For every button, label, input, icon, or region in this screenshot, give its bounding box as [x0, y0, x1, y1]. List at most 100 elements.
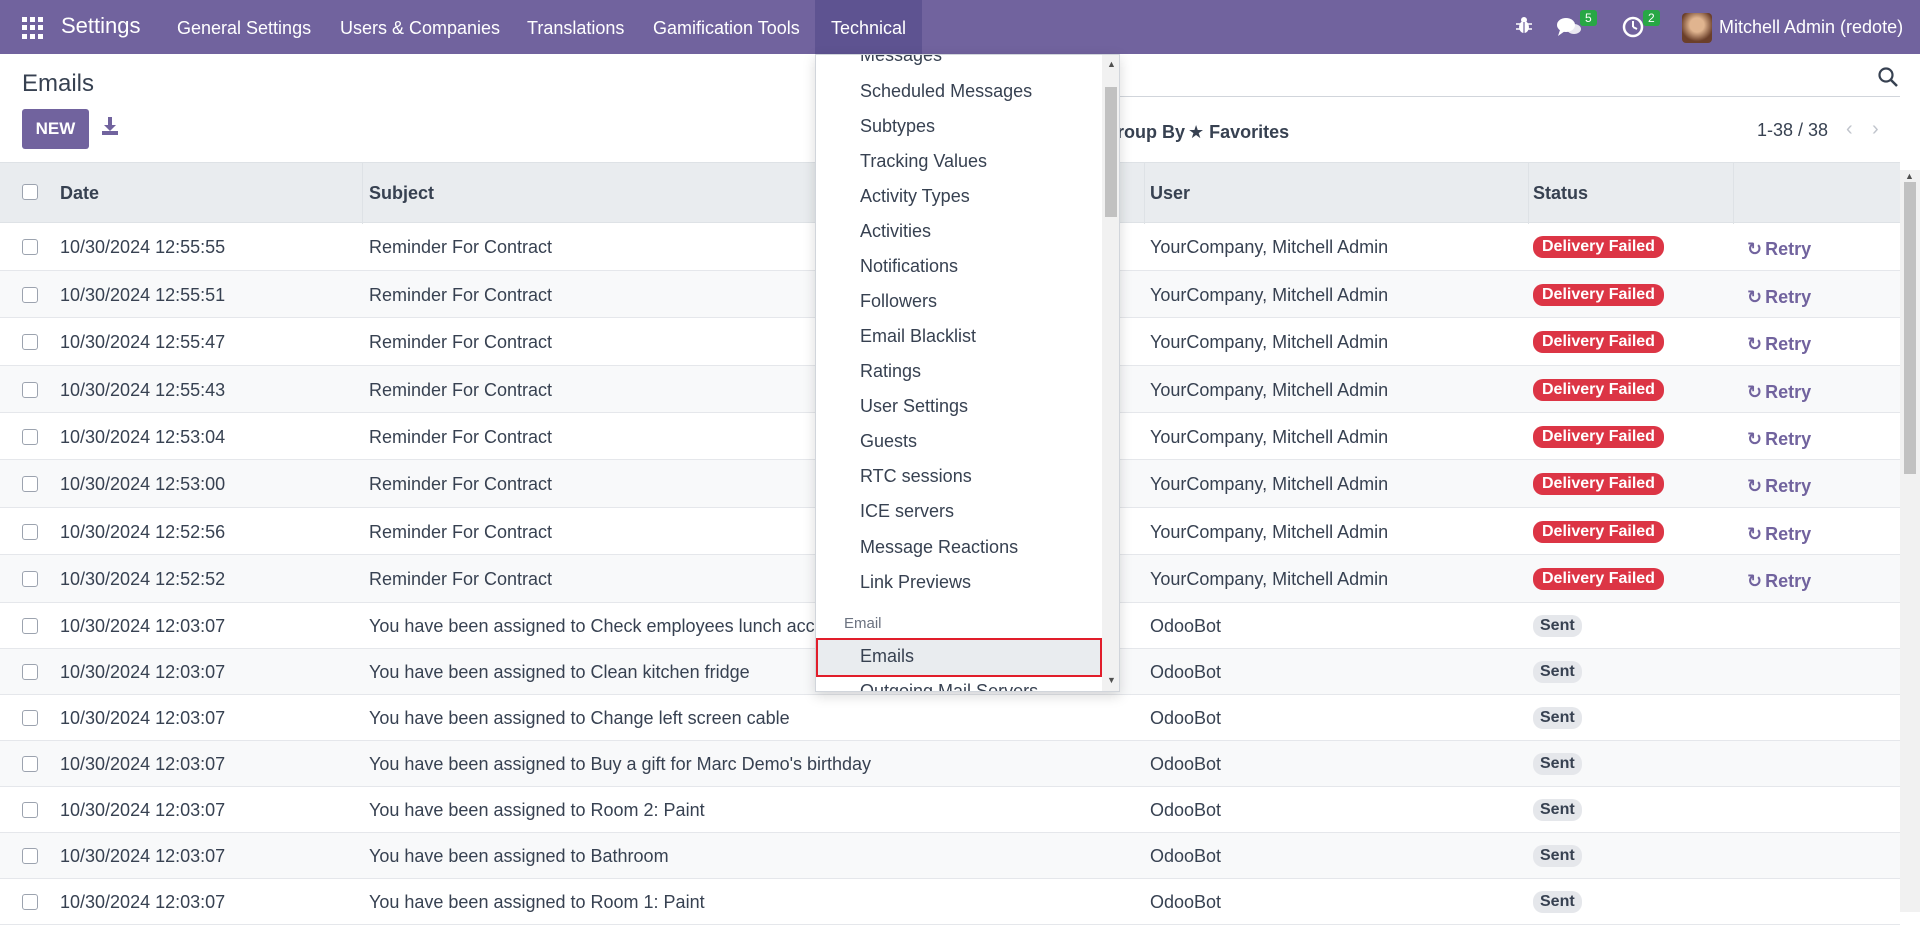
retry-button[interactable]: ↻ Retry [1747, 571, 1811, 592]
dropdown-item[interactable]: Tracking Values [860, 151, 987, 172]
dropdown-scroll-down-icon[interactable]: ▼ [1107, 675, 1116, 685]
dropdown-item[interactable]: Link Previews [860, 572, 971, 593]
dropdown-item[interactable]: Guests [860, 431, 917, 452]
select-all-checkbox[interactable] [22, 184, 38, 200]
page-scrollbar[interactable]: ▲ [1900, 170, 1920, 912]
user-menu[interactable]: Mitchell Admin (redote) [1719, 17, 1903, 38]
debug-bug-icon[interactable] [1514, 15, 1534, 35]
activities-badge: 2 [1643, 10, 1660, 26]
retry-button[interactable]: ↻ Retry [1747, 239, 1811, 260]
cell-date: 10/30/2024 12:55:51 [60, 285, 226, 305]
dropdown-scrollbar-thumb[interactable] [1105, 87, 1117, 217]
pager-value[interactable]: 1-38 / 38 [1757, 120, 1828, 141]
row-checkbox[interactable] [22, 664, 38, 680]
menu-general-settings[interactable]: General Settings [161, 0, 327, 54]
row-checkbox[interactable] [22, 894, 38, 910]
dropdown-item[interactable]: Notifications [860, 256, 958, 277]
column-header-user[interactable]: User [1150, 183, 1190, 204]
cell-date: 10/30/2024 12:03:07 [60, 846, 226, 866]
pager-previous-icon[interactable]: ‹ [1846, 118, 1853, 141]
row-checkbox[interactable] [22, 429, 38, 445]
dropdown-item[interactable]: ICE servers [860, 501, 954, 522]
retry-button[interactable]: ↻ Retry [1747, 524, 1811, 545]
row-checkbox[interactable] [22, 239, 38, 255]
dropdown-item-emails-highlight[interactable] [816, 638, 1102, 677]
table-row[interactable]: 10/30/2024 12:03:07 You have been assigne… [0, 833, 1900, 879]
dropdown-item-emails[interactable]: Emails [860, 646, 914, 667]
dropdown-item[interactable]: Activities [860, 221, 931, 242]
column-header-date[interactable]: Date [60, 183, 99, 204]
row-checkbox[interactable] [22, 524, 38, 540]
column-header-status[interactable]: Status [1533, 183, 1588, 204]
retry-button[interactable]: ↻ Retry [1747, 334, 1811, 355]
messages-chat-icon[interactable] [1556, 16, 1582, 38]
retry-label: Retry [1765, 334, 1812, 354]
dropdown-item[interactable]: Scheduled Messages [860, 81, 1032, 102]
top-navbar: Settings General Settings Users & Compan… [0, 0, 1920, 54]
dropdown-item[interactable]: Activity Types [860, 186, 970, 207]
row-checkbox[interactable] [22, 382, 38, 398]
cell-date: 10/30/2024 12:55:55 [60, 237, 226, 257]
activities-clock-icon[interactable] [1622, 16, 1644, 38]
star-icon: ★ [1188, 122, 1210, 142]
table-row[interactable]: 10/30/2024 12:03:07 You have been assigne… [0, 787, 1900, 833]
favorites-label: Favorites [1209, 122, 1290, 142]
retry-button[interactable]: ↻ Retry [1747, 429, 1811, 450]
cell-user: OdooBot [1150, 846, 1222, 866]
new-button[interactable]: NEW [22, 109, 89, 149]
row-checkbox[interactable] [22, 334, 38, 350]
table-row[interactable]: 10/30/2024 12:03:07 You have been assigne… [0, 695, 1900, 741]
row-checkbox[interactable] [22, 756, 38, 772]
cell-date: 10/30/2024 12:03:07 [60, 892, 226, 912]
retry-button[interactable]: ↻ Retry [1747, 287, 1811, 308]
dropdown-item[interactable]: Subtypes [860, 116, 935, 137]
menu-gamification-tools[interactable]: Gamification Tools [637, 0, 816, 54]
menu-technical[interactable]: Technical [815, 0, 923, 54]
technical-dropdown-menu: Messages Scheduled Messages Subtypes Tracki… [815, 54, 1120, 692]
retry-icon: ↻ [1747, 476, 1763, 496]
menu-users-companies[interactable]: Users & Companies [324, 0, 516, 54]
retry-icon: ↻ [1747, 334, 1763, 354]
dropdown-item[interactable]: Email Blacklist [860, 326, 976, 347]
dropdown-scroll-up-icon[interactable]: ▲ [1107, 59, 1116, 69]
status-badge: Sent [1533, 615, 1582, 637]
row-checkbox[interactable] [22, 618, 38, 634]
row-checkbox[interactable] [22, 802, 38, 818]
row-checkbox[interactable] [22, 848, 38, 864]
download-icon[interactable] [101, 116, 119, 136]
dropdown-scrollbar[interactable]: ▲ ▼ [1102, 55, 1119, 691]
cell-user: YourCompany, Mitchell Admin [1150, 569, 1389, 589]
table-row[interactable]: 10/30/2024 12:03:07 You have been assigne… [0, 741, 1900, 787]
retry-icon: ↻ [1747, 429, 1763, 449]
apps-menu-icon[interactable] [22, 17, 44, 39]
search-icon[interactable] [1877, 66, 1899, 88]
row-checkbox[interactable] [22, 710, 38, 726]
retry-icon: ↻ [1747, 382, 1763, 402]
user-avatar[interactable] [1682, 13, 1712, 43]
menu-translations[interactable]: Translations [511, 0, 640, 54]
dropdown-item[interactable]: Ratings [860, 361, 921, 382]
status-badge: Sent [1533, 707, 1582, 729]
column-header-subject[interactable]: Subject [369, 183, 434, 204]
app-brand[interactable]: Settings [61, 13, 141, 39]
dropdown-item[interactable]: Message Reactions [860, 537, 1018, 558]
cell-subject: You have been assigned to Bathroom [369, 846, 669, 866]
dropdown-item[interactable]: User Settings [860, 396, 968, 417]
pager-next-icon[interactable]: › [1872, 118, 1879, 141]
page-title[interactable]: Emails [22, 70, 94, 98]
row-checkbox[interactable] [22, 287, 38, 303]
favorites-toggle[interactable]: ★ Favorites [1188, 122, 1289, 143]
row-checkbox[interactable] [22, 571, 38, 587]
dropdown-item[interactable]: RTC sessions [860, 466, 972, 487]
cell-user: YourCompany, Mitchell Admin [1150, 380, 1389, 400]
row-checkbox[interactable] [22, 476, 38, 492]
search-input[interactable] [1118, 96, 1900, 97]
retry-button[interactable]: ↻ Retry [1747, 382, 1811, 403]
dropdown-item[interactable]: Followers [860, 291, 937, 312]
retry-button[interactable]: ↻ Retry [1747, 476, 1811, 497]
cell-date: 10/30/2024 12:52:56 [60, 522, 226, 542]
scrollbar-thumb[interactable] [1904, 182, 1916, 474]
table-row[interactable]: 10/30/2024 12:03:07 You have been assigne… [0, 879, 1900, 925]
dropdown-item[interactable]: Messages [860, 55, 942, 66]
dropdown-item-outgoing-mail-servers[interactable]: Outgoing Mail Servers [860, 681, 1038, 691]
